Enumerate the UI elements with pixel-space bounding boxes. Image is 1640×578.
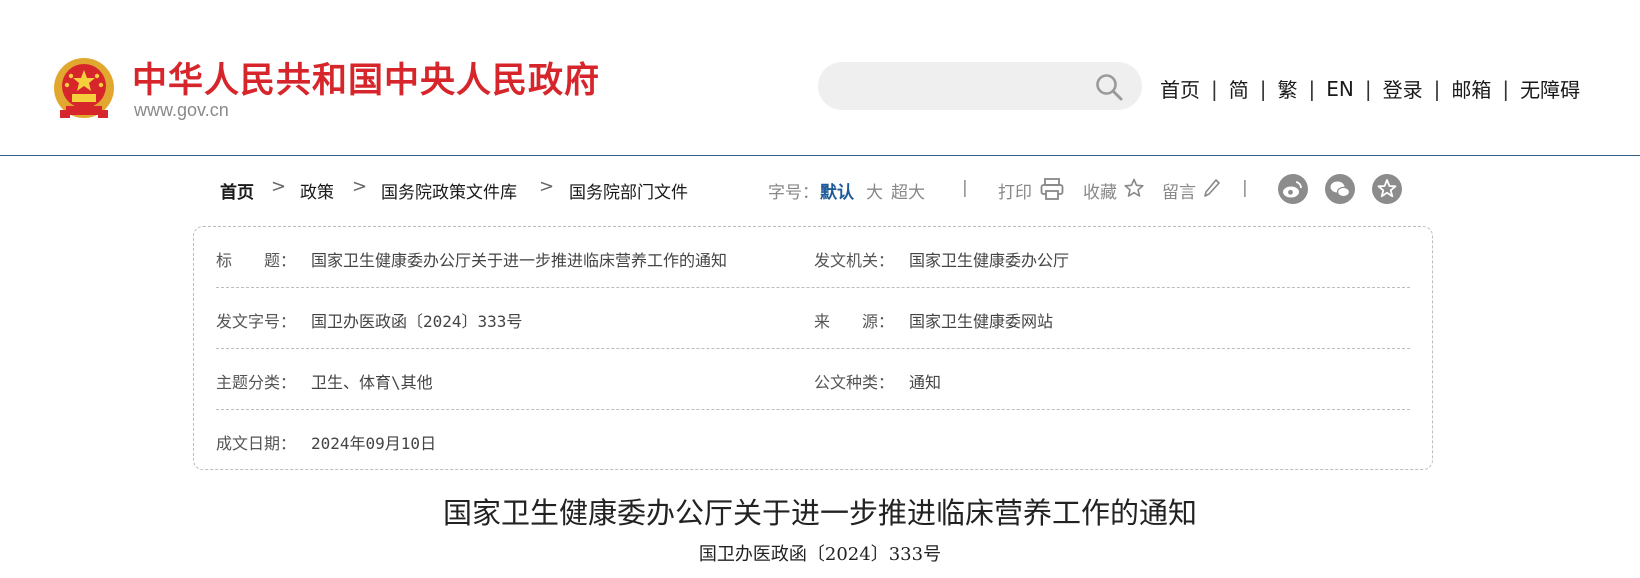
info-label-title: 标 题： xyxy=(216,251,297,270)
info-label-issuer: 发文机关： xyxy=(814,251,895,270)
nav-separator: | xyxy=(1211,76,1218,101)
info-value-doc-type: 通知 xyxy=(909,373,942,392)
article-title: 国家卫生健康委办公厅关于进一步推进临床营养工作的通知 xyxy=(442,496,1197,530)
document-info-box: 标 题： 国家卫生健康委办公厅关于进一步推进临床营养工作的通知 发文机关： 国家… xyxy=(193,226,1433,470)
site-url[interactable]: www.gov.cn xyxy=(134,100,229,121)
search-icon[interactable] xyxy=(1094,72,1124,102)
nav-traditional-link[interactable]: 繁 xyxy=(1278,74,1298,103)
emblem-icon[interactable] xyxy=(52,56,116,122)
info-label-date: 成文日期： xyxy=(216,434,297,453)
info-label-doc-type: 公文种类： xyxy=(814,373,895,392)
breadcrumb-department-docs[interactable]: 国务院部门文件 xyxy=(569,178,688,203)
info-row-category: 主题分类： 卫生、体育\其他 公文种类： 通知 xyxy=(216,349,1410,410)
breadcrumb-separator: > xyxy=(352,176,368,197)
info-value-doc-number: 国卫办医政函〔2024〕333号 xyxy=(311,312,523,331)
nav-mail-link[interactable]: 邮箱 xyxy=(1451,74,1491,103)
site-header: 中华人民共和国中央人民政府 www.gov.cn 首页 | 简 | 繁 | EN… xyxy=(0,0,1640,156)
font-size-large[interactable]: 大 xyxy=(866,178,883,203)
printer-icon[interactable] xyxy=(1040,178,1064,200)
favorite-share-glyph-icon xyxy=(1377,179,1397,198)
font-size-default[interactable]: 默认 xyxy=(820,178,854,203)
info-value-date: 2024年09月10日 xyxy=(311,434,437,453)
info-row-doc-number: 发文字号： 国卫办医政函〔2024〕333号 来 源： 国家卫生健康委网站 xyxy=(216,288,1410,349)
nav-separator: | xyxy=(1259,76,1267,101)
font-size-xlarge[interactable]: 超大 xyxy=(891,178,925,203)
breadcrumb-policy[interactable]: 政策 xyxy=(300,178,334,203)
wechat-icon[interactable] xyxy=(1325,174,1355,204)
toolbar-separator: | xyxy=(962,178,968,198)
wechat-glyph-icon xyxy=(1330,181,1351,198)
star-icon[interactable] xyxy=(1124,178,1144,198)
breadcrumb-policy-library[interactable]: 国务院政策文件库 xyxy=(381,178,517,203)
info-value-category: 卫生、体育\其他 xyxy=(311,373,433,392)
info-label-doc-number: 发文字号： xyxy=(216,312,297,331)
print-button[interactable]: 打印 xyxy=(998,178,1032,203)
nav-separator: | xyxy=(1364,76,1372,101)
info-row-date: 成文日期： 2024年09月10日 xyxy=(216,410,1410,471)
nav-separator: | xyxy=(1433,76,1441,101)
nav-home-link[interactable]: 首页 xyxy=(1160,74,1200,103)
comment-button[interactable]: 留言 xyxy=(1162,178,1196,203)
weibo-icon[interactable] xyxy=(1278,174,1308,204)
info-value-issuer: 国家卫生健康委办公厅 xyxy=(909,251,1070,270)
nav-separator: | xyxy=(1502,76,1510,101)
info-label-category: 主题分类： xyxy=(216,373,297,392)
weibo-glyph-icon xyxy=(1283,181,1302,198)
search-input[interactable] xyxy=(838,72,1088,100)
breadcrumb-separator: > xyxy=(539,176,555,197)
toolbar-separator: | xyxy=(1242,178,1248,198)
pencil-icon[interactable] xyxy=(1204,178,1220,198)
info-value-title: 国家卫生健康委办公厅关于进一步推进临床营养工作的通知 xyxy=(311,251,728,270)
info-label-source: 来 源： xyxy=(814,312,895,331)
toolbar: 首页 > 政策 > 国务院政策文件库 > 国务院部门文件 字号： 默认 大 超大… xyxy=(0,172,1640,208)
top-nav: 首页 | 简 | 繁 | EN | 登录 | 邮箱 | 无障碍 xyxy=(1160,74,1580,103)
breadcrumb-home[interactable]: 首页 xyxy=(220,178,254,203)
font-size-label: 字号： xyxy=(768,183,819,203)
nav-separator: | xyxy=(1308,76,1316,101)
favorite-button[interactable]: 收藏 xyxy=(1083,178,1117,203)
site-title[interactable]: 中华人民共和国中央人民政府 xyxy=(132,52,600,103)
breadcrumb-separator: > xyxy=(271,176,287,197)
nav-english-link[interactable]: EN xyxy=(1326,77,1354,101)
info-row-title: 标 题： 国家卫生健康委办公厅关于进一步推进临床营养工作的通知 发文机关： 国家… xyxy=(216,227,1410,288)
nav-accessibility-link[interactable]: 无障碍 xyxy=(1520,74,1580,103)
info-value-source: 国家卫生健康委网站 xyxy=(909,312,1054,331)
search-box xyxy=(818,62,1142,110)
nav-login-link[interactable]: 登录 xyxy=(1383,74,1423,103)
article-doc-number: 国卫办医政函〔2024〕333号 xyxy=(698,544,942,565)
favorite-share-icon[interactable] xyxy=(1372,174,1402,204)
nav-simplified-link[interactable]: 简 xyxy=(1229,74,1249,103)
